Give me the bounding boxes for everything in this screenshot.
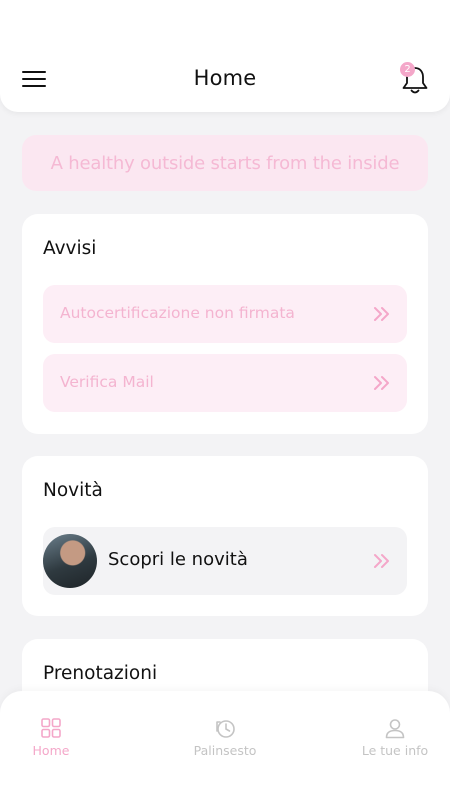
- tab-your-info[interactable]: Le tue info: [345, 717, 445, 758]
- news-title: Novità: [43, 480, 103, 501]
- news-avatar-image: [43, 534, 97, 588]
- alerts-title: Avvisi: [43, 238, 97, 259]
- tab-home-label: Home: [32, 743, 70, 758]
- double-chevron-right-icon: [374, 307, 389, 321]
- top-app-bar: Home 2: [0, 0, 450, 112]
- alert-item-verify-mail[interactable]: Verifica Mail: [43, 354, 407, 412]
- user-icon: [385, 719, 405, 739]
- notifications-button[interactable]: 2: [398, 62, 432, 96]
- tab-palinsesto-label: Palinsesto: [193, 743, 257, 758]
- double-chevron-right-icon: [374, 554, 389, 568]
- slogan-banner: A healthy outside starts from the inside: [22, 135, 428, 191]
- schedule-icon: [216, 720, 235, 738]
- alert-item-label: Autocertificazione non firmata: [60, 304, 295, 322]
- tab-your-info-label: Le tue info: [361, 743, 429, 758]
- discover-news-label: Scopri le novità: [108, 549, 248, 570]
- tab-home[interactable]: Home: [1, 717, 101, 758]
- news-card: Novità Scopri le novità: [22, 456, 428, 616]
- alert-item-label: Verifica Mail: [60, 373, 154, 391]
- bottom-tab-bar: Home Palinsesto Le tue info: [0, 691, 450, 800]
- notification-count-badge: 2: [400, 62, 415, 77]
- grid-icon: [41, 718, 61, 738]
- discover-news-button[interactable]: Scopri le novità: [43, 527, 407, 595]
- bookings-title: Prenotazioni: [43, 663, 158, 684]
- double-chevron-right-icon: [374, 376, 389, 390]
- alert-item-self-certification[interactable]: Autocertificazione non firmata: [43, 285, 407, 343]
- alerts-card: Avvisi Autocertificazione non firmata Ve…: [22, 214, 428, 434]
- page-title: Home: [193, 66, 257, 90]
- tab-palinsesto[interactable]: Palinsesto: [175, 717, 275, 758]
